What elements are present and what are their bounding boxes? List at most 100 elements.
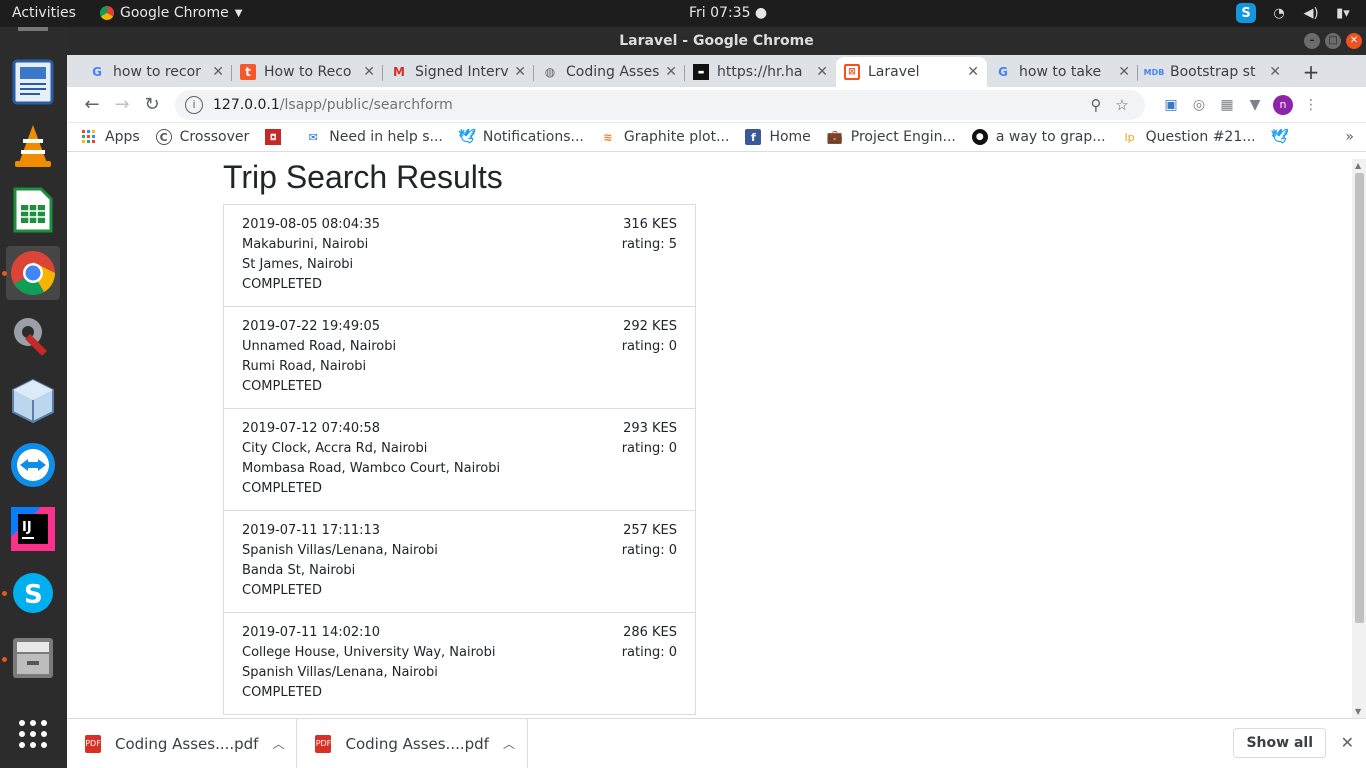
bookmark-question[interactable]: lp Question #21... — [1122, 129, 1256, 145]
skype-tray-icon[interactable]: S — [1236, 3, 1256, 23]
wifi-icon[interactable]: ◔ — [1270, 4, 1288, 22]
trip-status: COMPLETED — [242, 277, 322, 292]
bookmark-label: Question #21... — [1145, 129, 1256, 145]
window-titlebar[interactable]: Laravel - Google Chrome – □ ✕ — [67, 27, 1366, 55]
vlc-icon[interactable] — [6, 119, 60, 173]
twitter-icon: 🕊 — [457, 129, 476, 145]
tab-2[interactable]: M Signed Interv ✕ — [383, 57, 534, 87]
file-manager-icon[interactable] — [6, 630, 60, 684]
minimize-button[interactable]: – — [1304, 33, 1320, 49]
teamviewer-icon[interactable] — [6, 438, 60, 492]
bookmark-notifications[interactable]: 🕊 Notifications... — [457, 129, 584, 145]
skype-icon[interactable]: S — [6, 566, 60, 620]
profile-avatar[interactable]: n — [1269, 91, 1297, 119]
tab-close-icon[interactable]: ✕ — [514, 64, 526, 80]
address-bar[interactable]: i 127.0.0.1 /lsapp/public/searchform ⚲ ☆ — [175, 89, 1145, 120]
libreoffice-calc-icon[interactable] — [6, 183, 60, 237]
bookmark-label: Crossover — [179, 129, 250, 145]
zoom-icon[interactable]: ⚲ — [1083, 96, 1109, 114]
bookmark-graphite[interactable]: ≋ Graphite plot... — [600, 129, 730, 145]
download-item[interactable]: PDF Coding Asses....pdf ︿ — [297, 718, 528, 768]
app-menu[interactable]: Google Chrome ▼ — [100, 5, 242, 21]
hackerrank-icon: ▬ — [693, 64, 709, 80]
system-tray[interactable]: S ◔ ◀) ▮▾ — [1236, 3, 1352, 23]
chevron-up-icon[interactable]: ︿ — [503, 735, 515, 752]
settings-tools-icon[interactable] — [6, 310, 60, 364]
document-viewer-icon[interactable] — [6, 55, 60, 109]
tab-close-icon[interactable]: ✕ — [816, 64, 828, 80]
tab-3[interactable]: ◍ Coding Asses ✕ — [534, 57, 685, 87]
tab-6[interactable]: G how to take ✕ — [987, 57, 1138, 87]
dock-top-item[interactable] — [6, 27, 60, 37]
forward-button[interactable]: → — [107, 90, 137, 120]
trip-status: COMPLETED — [242, 685, 322, 700]
trip-list-item[interactable]: 2019-07-22 19:49:05 Unnamed Road, Nairob… — [224, 307, 695, 409]
chevron-up-icon[interactable]: ︿ — [272, 735, 284, 752]
bookmark-apps[interactable]: Apps — [81, 129, 140, 145]
download-filename: Coding Asses....pdf — [345, 734, 489, 753]
tab-label: How to Reco — [264, 64, 352, 80]
back-button[interactable]: ← — [77, 90, 107, 120]
bookmark-label: a way to grap... — [995, 129, 1106, 145]
bookmark-label: Graphite plot... — [623, 129, 730, 145]
trip-list-item[interactable]: 2019-07-12 07:40:58 City Clock, Accra Rd… — [224, 409, 695, 511]
tab-5-active[interactable]: ⊠ Laravel ✕ — [836, 57, 987, 87]
virtualbox-icon[interactable] — [6, 374, 60, 428]
bookmark-red[interactable]: ◘ — [265, 129, 289, 145]
new-tab-button[interactable]: + — [1297, 58, 1325, 86]
battery-icon[interactable]: ▮▾ — [1334, 4, 1352, 22]
bookmark-need-help[interactable]: ✉ Need in help s... — [305, 129, 443, 145]
tab-0[interactable]: G how to recor ✕ — [81, 57, 232, 87]
bookmark-home[interactable]: f Home — [745, 129, 811, 145]
tab-1[interactable]: t How to Reco ✕ — [232, 57, 383, 87]
trip-list-item[interactable]: 2019-08-05 08:04:35 Makaburini, Nairobi … — [224, 205, 695, 307]
trip-status: COMPLETED — [242, 481, 322, 496]
bookmark-star-icon[interactable]: ☆ — [1109, 96, 1135, 114]
download-item[interactable]: PDF Coding Asses....pdf ︿ — [67, 718, 298, 768]
bookmark-project-engin[interactable]: 💼 Project Engin... — [827, 129, 956, 145]
show-applications-icon[interactable] — [6, 707, 60, 761]
bookmark-github[interactable]: ● a way to grap... — [971, 129, 1106, 145]
url-path: /lsapp/public/searchform — [279, 96, 453, 113]
bookmark-twitter[interactable]: 🕊 — [1271, 129, 1296, 145]
tab-close-icon[interactable]: ✕ — [665, 64, 677, 80]
close-icon[interactable]: ✕ — [1341, 733, 1354, 752]
extension-screenshot-icon[interactable]: ▣ — [1157, 91, 1185, 119]
pdf-file-icon: PDF — [315, 734, 332, 753]
reload-button[interactable]: ↻ — [137, 90, 167, 120]
scroll-up-arrow-icon[interactable]: ▲ — [1355, 161, 1361, 170]
maximize-button[interactable]: □ — [1325, 33, 1341, 49]
trip-from: Makaburini, Nairobi — [242, 237, 369, 252]
tab-4[interactable]: ▬ https://hr.ha ✕ — [685, 57, 836, 87]
volume-icon[interactable]: ◀) — [1302, 4, 1320, 22]
scrollbar-thumb[interactable] — [1355, 173, 1364, 623]
trip-cost: 293 KES — [623, 421, 677, 436]
show-all-button[interactable]: Show all — [1233, 728, 1326, 758]
window-close-button[interactable]: ✕ — [1346, 33, 1362, 49]
scroll-down-arrow-icon[interactable]: ▼ — [1355, 707, 1361, 716]
tab-close-icon[interactable]: ✕ — [212, 64, 224, 80]
trip-list-item[interactable]: 2019-07-11 14:02:10 College House, Unive… — [224, 613, 695, 715]
trip-to: Rumi Road, Nairobi — [242, 359, 367, 374]
tab-close-icon[interactable]: ✕ — [1118, 64, 1130, 80]
chrome-dock-icon[interactable] — [6, 246, 60, 300]
tab-7[interactable]: MDB Bootstrap st ✕ — [1138, 57, 1289, 87]
trip-list-item[interactable]: 2019-07-11 17:11:13 Spanish Villas/Lenan… — [224, 511, 695, 613]
tab-close-icon[interactable]: ✕ — [1269, 64, 1281, 80]
globe-icon: ◍ — [544, 65, 556, 79]
intellij-idea-icon[interactable]: IJ — [6, 502, 60, 556]
trip-cost: 257 KES — [623, 523, 677, 538]
tab-close-icon[interactable]: ✕ — [967, 64, 979, 80]
info-icon[interactable]: i — [185, 95, 203, 114]
trip-date: 2019-07-22 19:49:05 — [242, 319, 381, 334]
activities-button[interactable]: Activities — [12, 5, 76, 21]
bookmark-crossover[interactable]: C Crossover — [155, 129, 250, 145]
page-scrollbar[interactable]: ▲ ▼ — [1352, 159, 1366, 718]
extension-vuejs-icon[interactable]: ▼ — [1241, 91, 1269, 119]
extension-grid-icon[interactable]: ▦ — [1213, 91, 1241, 119]
clock[interactable]: Fri 07:35 ● — [689, 5, 767, 21]
tab-close-icon[interactable]: ✕ — [363, 64, 375, 80]
bookmarks-overflow-icon[interactable]: » — [1345, 129, 1354, 145]
menu-kebab-icon[interactable]: ⋮ — [1297, 91, 1325, 119]
extension-record-icon[interactable]: ◎ — [1185, 91, 1213, 119]
